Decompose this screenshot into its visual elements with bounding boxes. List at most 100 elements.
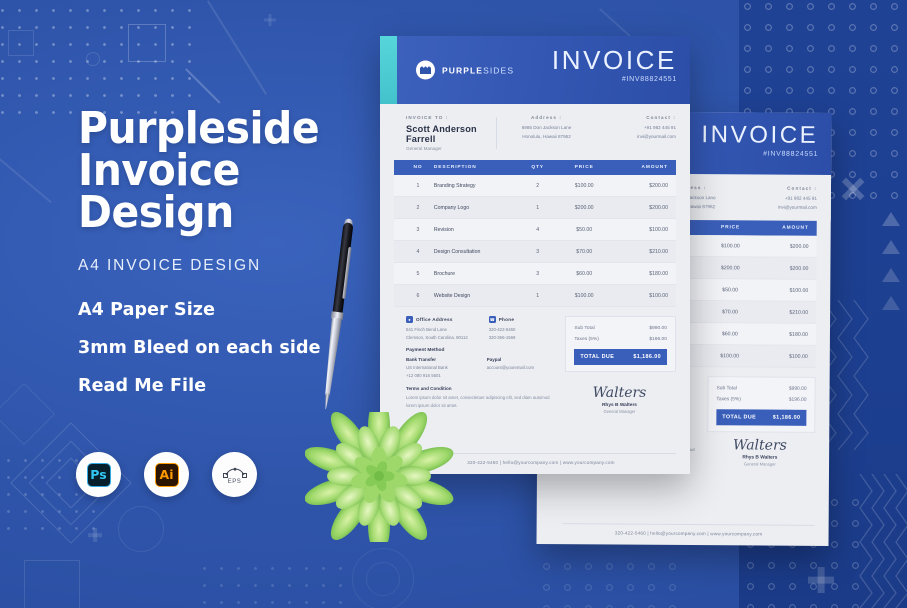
cell-qty: 3 (536, 270, 540, 277)
cell-amount: $200.00 (649, 204, 668, 211)
cell-price: $50.00 (576, 226, 593, 233)
due-label-back: TOTAL DUE (722, 414, 757, 421)
logo-badge (416, 60, 435, 80)
cell-price: $100.00 (574, 182, 594, 189)
cell-amount: $210.00 (649, 248, 668, 255)
eps-label: EPS (227, 478, 242, 485)
cell-amount: $200.00 (789, 243, 809, 250)
cell-price: $200.00 (574, 204, 594, 211)
illustrator-icon: Ai (154, 462, 179, 487)
plus-mark-bottomright (808, 567, 834, 593)
feature-list: A4 Paper Size 3mm Bleed on each side Rea… (78, 300, 321, 414)
bezier-curve-icon (222, 467, 247, 478)
photoshop-badge[interactable]: Ps (76, 452, 121, 497)
tax-value-back: $196.00 (788, 398, 807, 404)
bill-to-label: INVOICE TO : (406, 115, 449, 120)
contact-email: invi@yourmail.com (637, 133, 677, 139)
page-title: Purpleside Invoice Design (78, 107, 357, 236)
table-body: 1 Branding Strategy 2 $100.00 $200.00 2 Compan… (394, 175, 676, 307)
cell-description: Revision (433, 226, 454, 233)
office-address-line1: 541 Finch Bend Lane (406, 327, 447, 332)
photoshop-icon: Ps (86, 462, 111, 487)
tax-row: Taxes (5%) $196.00 (574, 334, 667, 345)
contact-label: Contact : (646, 115, 677, 120)
invoice-title-back: INVOICE (701, 121, 819, 149)
cell-amount: $100.00 (649, 292, 668, 299)
invoice-terms: Terms and Condition Lorem ipsum dolor si… (380, 380, 690, 414)
cell-qty: 4 (536, 226, 540, 233)
th-qty: QTY (531, 165, 544, 170)
contact-icons-row: ● Office Address 541 Finch Bend Lane Cle… (406, 316, 555, 342)
table-row: 6 Website Design 1 $100.00 $100.00 (394, 285, 676, 307)
cell-price: $70.00 (722, 309, 738, 316)
illustrator-badge[interactable]: Ai (144, 452, 189, 497)
cell-no: 5 (416, 270, 420, 277)
paypal-value: account@youremail.com (486, 364, 535, 370)
cell-price: $70.00 (576, 248, 593, 255)
triangle-right-2 (882, 240, 900, 254)
total-due-row-back: TOTAL DUE $1,186.00 (716, 409, 807, 427)
th-price: PRICE (574, 165, 594, 170)
circle-outline-center (86, 52, 100, 66)
address-label: Address : (530, 115, 563, 120)
feature-item: A4 Paper Size (78, 300, 216, 320)
total-due-row: TOTAL DUE $1,186.00 (574, 349, 667, 365)
bank-transfer-block: Bank Transfer US International Bank +12 … (406, 357, 475, 380)
invoice-title-block: INVOICE #INV88824551 (552, 47, 677, 83)
phone-label: Phone (498, 317, 515, 322)
invoice-footer-back: 320-422-5460 | hello@yourcompany.com | w… (562, 523, 815, 537)
client-role: General Manager (406, 146, 442, 151)
totals-box-back: Sub Total $990.00 Taxes (5%) $196.00 TOT… (707, 376, 816, 434)
teal-accent-bar (380, 36, 397, 104)
th-amount: AMOUNT (641, 165, 668, 170)
brand-name: PURPLESIDES (442, 65, 514, 75)
circle-outline-leftlow (118, 506, 164, 552)
promo-copy: Purpleside Invoice Design A4 INVOICE DES… (78, 107, 378, 275)
office-address-line2: Clemson, South Carolina, 80112 (406, 334, 468, 340)
terms-left: Terms and Condition Lorem ipsum dolor si… (406, 386, 553, 414)
tax-label: Taxes (5%) (574, 337, 599, 342)
cell-price: $100.00 (720, 353, 740, 360)
bank-transfer-line1: US International Bank (406, 364, 448, 370)
promo-banner: Purpleside Invoice Design A4 INVOICE DES… (0, 0, 907, 608)
contact-block-back: Contact : +91 982 445 91 invi@yourmail.c… (739, 185, 817, 212)
invoice-meta: INVOICE TO : Scott Anderson Farrell Gene… (380, 104, 690, 160)
bill-to-block: INVOICE TO : Scott Anderson Farrell Gene… (406, 115, 486, 151)
tax-value: $196.00 (649, 337, 667, 342)
office-address-header: ● Office Address (406, 316, 473, 323)
cell-amount: $210.00 (789, 309, 809, 316)
square-outline-left (8, 30, 34, 56)
cell-price: $60.00 (576, 270, 593, 277)
signature-role-back: General Manager (743, 461, 776, 468)
due-label: TOTAL DUE (580, 354, 615, 360)
brand-bold: PURPLE (442, 65, 484, 75)
eps-badge[interactable]: EPS (212, 452, 257, 497)
invoice-title: INVOICE (551, 45, 677, 75)
plus-mark-left (88, 528, 102, 542)
cell-qty: 1 (536, 292, 540, 299)
cell-description: Design Consultation (433, 248, 481, 255)
invoice-header: PURPLESIDES INVOICE #INV88824551 (380, 36, 690, 104)
subtotal-label: Sub Total (574, 326, 595, 331)
circle-grid-bottommid (536, 556, 686, 608)
cell-price: $50.00 (722, 287, 739, 294)
circle-outline-bottomcenter2 (366, 562, 400, 596)
feature-item: Read Me File (78, 376, 207, 396)
triangle-right-1 (882, 212, 900, 226)
cell-no: 1 (416, 182, 420, 189)
address-line2: Honolulu, Hawaii 87962 (522, 133, 571, 139)
software-badge-list: Ps Ai EPS (76, 452, 257, 497)
invoice-number: #INV88824551 (621, 76, 677, 83)
cell-qty: 1 (536, 204, 540, 211)
invoice-sheet-front: PURPLESIDES INVOICE #INV88824551 INVOICE… (380, 36, 690, 474)
cell-amount: $200.00 (649, 182, 668, 189)
cell-no: 3 (416, 226, 420, 233)
triangle-right-4 (882, 296, 900, 310)
table-row: 2 Company Logo 1 $200.00 $200.00 (394, 197, 676, 219)
table-row: 5 Brochure 3 $60.00 $180.00 (394, 263, 676, 285)
signature-script-back: Walters (733, 437, 787, 455)
cell-description: Company Logo (433, 204, 470, 211)
totals-box: Sub Total $990.00 Taxes (5%) $196.00 TOT… (565, 316, 676, 372)
invoice-table: NO DESCRIPTION QTY PRICE AMOUNT 1 Brandin… (394, 160, 676, 307)
contact-email-back: invi@yourmail.com (777, 204, 817, 210)
